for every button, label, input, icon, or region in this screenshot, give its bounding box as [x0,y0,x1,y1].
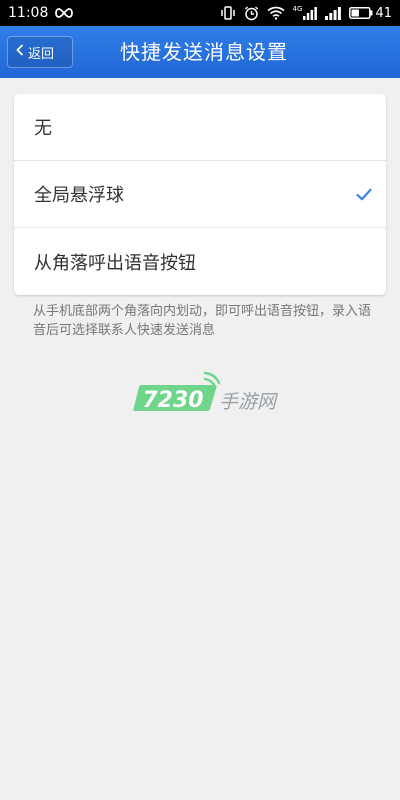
option-label: 无 [34,118,52,139]
option-none[interactable]: 无 [14,94,386,161]
app-header: 返回 快捷发送消息设置 [0,26,400,78]
watermark-logo: 7230 手游网 [133,371,283,415]
status-bar: 11:08 4G 41 [0,0,400,26]
description-text: 从手机底部两个角落向内划动，即可呼出语音按钮，录入语音后可选择联系人快速发送消息 [33,304,372,338]
watermark-text: 手游网 [219,391,279,413]
option-corner-voice-button[interactable]: 从角落呼出语音按钮 [14,228,386,295]
battery-level: 41 [375,5,392,21]
option-floating-ball[interactable]: 全局悬浮球 [14,161,386,228]
watermark-number: 7230 [142,388,203,413]
wifi-icon [267,6,285,20]
vibrate-icon [220,6,236,20]
signal-4g-icon: 4G [293,6,318,20]
option-label: 全局悬浮球 [34,185,124,206]
option-label: 从角落呼出语音按钮 [34,252,196,274]
status-time: 11:08 [8,5,49,21]
check-icon [356,188,372,201]
signal-icon [325,6,342,20]
alarm-icon [244,5,259,21]
options-card: 无 全局悬浮球 从角落呼出语音按钮 [14,94,386,295]
infinity-icon [54,7,74,19]
page-title: 快捷发送消息设置 [120,40,288,64]
battery-icon: 41 [349,6,392,21]
